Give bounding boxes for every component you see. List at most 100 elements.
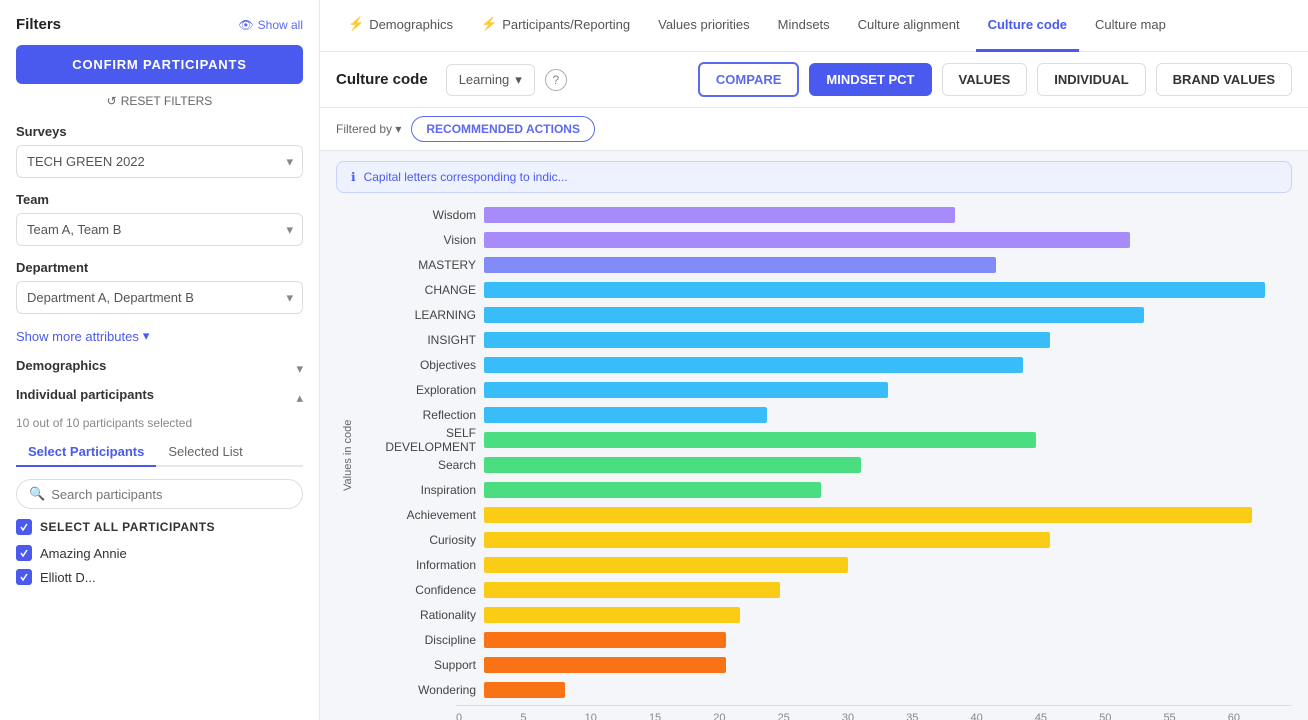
bar-row: Support xyxy=(364,655,1292,675)
brand-values-button[interactable]: BRAND VALUES xyxy=(1156,63,1292,96)
bar-label: Confidence xyxy=(364,583,484,597)
bar-row: Objectives xyxy=(364,355,1292,375)
bar-track xyxy=(484,282,1292,298)
bar-label: Search xyxy=(364,458,484,472)
bar-track xyxy=(484,607,1292,623)
bar-track xyxy=(484,432,1292,448)
bar-row: LEARNING xyxy=(364,305,1292,325)
bar-row: Information xyxy=(364,555,1292,575)
bar-label: Curiosity xyxy=(364,533,484,547)
x-tick: 10 xyxy=(585,712,649,720)
recommended-actions-button[interactable]: RECOMMENDED ACTIONS xyxy=(411,116,595,142)
bar-track xyxy=(484,657,1292,673)
bar-fill xyxy=(484,657,726,673)
bar-label: LEARNING xyxy=(364,308,484,322)
list-item[interactable]: Amazing Annie xyxy=(16,545,303,561)
eye-icon: 👁 xyxy=(238,18,253,32)
individual-button[interactable]: INDIVIDUAL xyxy=(1037,63,1145,96)
x-tick: 50 xyxy=(1099,712,1163,720)
bar-row: INSIGHT xyxy=(364,330,1292,350)
bar-fill xyxy=(484,632,726,648)
bar-row: Achievement xyxy=(364,505,1292,525)
select-all-checkbox[interactable] xyxy=(16,519,32,535)
bar-row: Discipline xyxy=(364,630,1292,650)
team-select[interactable]: Team A, Team B xyxy=(16,213,303,246)
demographics-section-header[interactable]: Demographics ▾ xyxy=(16,358,303,379)
bar-track xyxy=(484,457,1292,473)
participant-checkbox[interactable] xyxy=(16,569,32,585)
bar-row: Reflection xyxy=(364,405,1292,425)
info-banner: ℹ Capital letters corresponding to indic… xyxy=(336,161,1292,193)
x-tick: 30 xyxy=(842,712,906,720)
compare-button[interactable]: COMPARE xyxy=(698,62,799,97)
demographics-label: Demographics xyxy=(16,358,106,373)
tab-select-participants[interactable]: Select Participants xyxy=(16,438,156,467)
bar-label: Wisdom xyxy=(364,208,484,222)
values-button[interactable]: VALUES xyxy=(942,63,1028,96)
show-all-button[interactable]: 👁 Show all xyxy=(238,18,303,32)
surveys-select[interactable]: TECH GREEN 2022 xyxy=(16,145,303,178)
team-filter: Team Team A, Team B xyxy=(16,192,303,246)
bar-fill xyxy=(484,582,780,598)
bar-row: Exploration xyxy=(364,380,1292,400)
participants-tabs: Select Participants Selected List xyxy=(16,438,303,467)
mindset-pct-button[interactable]: MINDSET PCT xyxy=(809,63,931,96)
bar-fill xyxy=(484,407,767,423)
bar-track xyxy=(484,482,1292,498)
x-tick: 5 xyxy=(520,712,584,720)
bar-fill xyxy=(484,257,996,273)
nav-item-values-priorities[interactable]: Values priorities xyxy=(646,0,762,52)
list-item[interactable]: Elliott D... xyxy=(16,569,303,585)
chart-inner: WisdomVisionMASTERYCHANGELEARNINGINSIGHT… xyxy=(364,205,1292,705)
confirm-participants-button[interactable]: CONFIRM PARTICIPANTS xyxy=(16,45,303,84)
reset-filters-button[interactable]: ↺ RESET FILTERS xyxy=(16,94,303,108)
filter-icon-2: ⚡ xyxy=(481,16,497,32)
bar-track xyxy=(484,682,1292,698)
info-icon: ℹ xyxy=(351,170,356,184)
bar-track xyxy=(484,207,1292,223)
learning-dropdown[interactable]: Learning ▾ xyxy=(446,64,535,96)
bar-label: Rationality xyxy=(364,608,484,622)
help-icon[interactable]: ? xyxy=(545,69,567,91)
tab-selected-list[interactable]: Selected List xyxy=(156,438,254,467)
bar-row: Inspiration xyxy=(364,480,1292,500)
x-tick: 15 xyxy=(649,712,713,720)
show-more-attributes-button[interactable]: Show more attributes ▾ xyxy=(16,328,303,344)
select-all-row[interactable]: SELECT ALL PARTICIPANTS xyxy=(16,519,303,535)
bar-track xyxy=(484,407,1292,423)
department-select[interactable]: Department A, Department B xyxy=(16,281,303,314)
search-icon: 🔍 xyxy=(29,486,45,502)
y-axis-label: Values in code xyxy=(336,205,360,705)
participant-name: Amazing Annie xyxy=(40,546,127,561)
x-tick: 40 xyxy=(971,712,1035,720)
bar-row: CHANGE xyxy=(364,280,1292,300)
chart-toolbar: Culture code Learning ▾ ? COMPARE MINDSE… xyxy=(320,52,1308,108)
nav-item-demographics[interactable]: ⚡ Demographics xyxy=(336,0,465,52)
sidebar: Filters 👁 Show all CONFIRM PARTICIPANTS … xyxy=(0,0,320,720)
participant-checkbox[interactable] xyxy=(16,545,32,561)
bar-fill xyxy=(484,282,1265,298)
search-participants-input[interactable] xyxy=(51,487,290,502)
bar-fill xyxy=(484,482,821,498)
bar-label: MASTERY xyxy=(364,258,484,272)
individual-participants-section-header[interactable]: Individual participants ▴ xyxy=(16,387,303,408)
nav-item-culture-map[interactable]: Culture map xyxy=(1083,0,1178,52)
filtered-by-button[interactable]: Filtered by ▾ xyxy=(336,122,401,136)
bar-track xyxy=(484,382,1292,398)
bar-fill xyxy=(484,432,1036,448)
filter-icon: ⚡ xyxy=(348,16,364,32)
bar-track xyxy=(484,232,1292,248)
bar-fill xyxy=(484,207,955,223)
search-participants-box: 🔍 xyxy=(16,479,303,509)
nav-item-participants-reporting[interactable]: ⚡ Participants/Reporting xyxy=(469,0,642,52)
bar-track xyxy=(484,357,1292,373)
info-text: Capital letters corresponding to indic..… xyxy=(364,170,568,184)
nav-item-culture-code[interactable]: Culture code xyxy=(976,0,1079,52)
bar-track xyxy=(484,257,1292,273)
nav-item-mindsets[interactable]: Mindsets xyxy=(766,0,842,52)
bar-label: Objectives xyxy=(364,358,484,372)
bar-track xyxy=(484,507,1292,523)
participant-name: Elliott D... xyxy=(40,570,96,585)
nav-item-culture-alignment[interactable]: Culture alignment xyxy=(846,0,972,52)
bar-fill xyxy=(484,307,1144,323)
